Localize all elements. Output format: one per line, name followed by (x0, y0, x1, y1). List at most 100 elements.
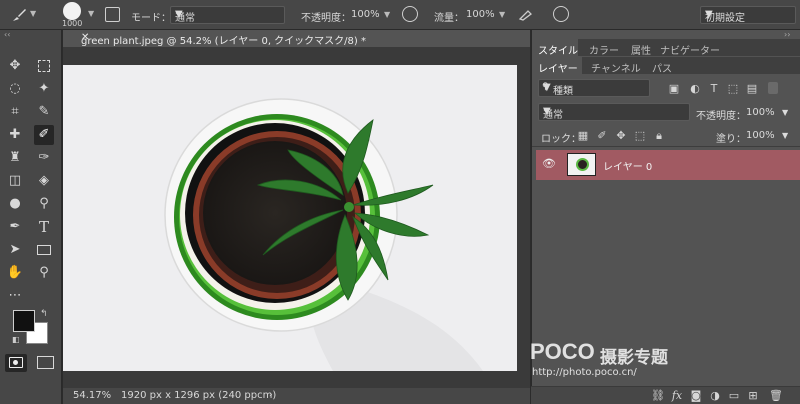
filter-toggle[interactable] (768, 82, 778, 94)
crop-tool-icon[interactable]: ⌗ (5, 102, 25, 122)
watermark-brand: POCO (530, 339, 595, 364)
swap-colors-icon[interactable]: ↰ (40, 309, 48, 319)
dodge-tool-icon[interactable]: ⚲ (34, 194, 54, 214)
pressure-size-icon[interactable] (553, 6, 569, 22)
airbrush-icon[interactable] (518, 7, 534, 21)
vertical-scrollbar[interactable] (520, 47, 530, 388)
chevron-down-icon: ▼ (543, 82, 551, 93)
chevron-down-icon[interactable]: ▼ (88, 9, 94, 18)
brush-size-value: 1000 (62, 19, 83, 28)
link-layers-icon[interactable]: ⛓︎ (651, 389, 665, 402)
flow-value[interactable]: 100% (466, 9, 495, 20)
watermark-url: http://photo.poco.cn/ (532, 367, 637, 378)
lock-transparent-icon[interactable]: ▦ (576, 129, 590, 142)
quick-mask-icon[interactable] (5, 354, 27, 372)
layer-name[interactable]: レイヤー 0 (603, 158, 652, 173)
blur-tool-icon[interactable]: ● (5, 194, 25, 214)
type-filter-icon[interactable]: T (707, 82, 721, 95)
layers-divider (532, 146, 800, 147)
brush-tool-icon[interactable]: ✐ (34, 125, 54, 145)
history-brush-tool-icon[interactable]: ✑ (34, 148, 54, 168)
chevron-down-icon: ▼ (175, 9, 183, 20)
filter-kind-select[interactable]: 種類 ⚲ ▼ (538, 79, 650, 97)
default-colors-icon[interactable]: ◧ (12, 335, 20, 344)
brush-panel-toggle-icon[interactable] (105, 7, 120, 22)
layer-row[interactable]: 👁︎ レイヤー 0 (536, 150, 800, 180)
lock-label: ロック： (541, 134, 581, 145)
tools-panel: ‹‹ ✥ ◌ ✦ ⌗ ✎ ✚ ✐ ♜ ✑ ◫ ◈ ● ⚲ ✒ T ➤ ✋ ⚲ ⋯… (0, 30, 62, 404)
trash-icon[interactable]: 🗑︎ (769, 389, 783, 402)
adjustment-layer-icon[interactable]: ◑ (708, 389, 722, 402)
tab-styles[interactable]: スタイル (538, 42, 578, 57)
pressure-opacity-icon[interactable] (402, 6, 418, 22)
add-mask-icon[interactable]: ◙ (689, 389, 703, 402)
chevron-down-icon[interactable]: ▼ (782, 108, 788, 117)
workspace-select[interactable]: 初期設定 ▼ (700, 6, 796, 24)
mode-label: モード： (131, 13, 171, 24)
eyedropper-tool-icon[interactable]: ✎ (34, 102, 54, 122)
hand-tool-icon[interactable]: ✋ (5, 263, 25, 283)
document-tab[interactable]: ✕ green plant.jpeg @ 54.2% (レイヤー 0, クイック… (63, 30, 530, 47)
magic-wand-tool-icon[interactable]: ✦ (34, 79, 54, 99)
type-tool-icon[interactable]: T (34, 217, 54, 237)
tab-properties[interactable]: 属性 (631, 42, 651, 57)
document-title: green plant.jpeg @ 54.2% (レイヤー 0, クイックマス… (81, 36, 366, 47)
eraser-tool-icon[interactable]: ◫ (5, 171, 25, 191)
screen-mode-icon[interactable] (37, 356, 54, 369)
chevron-right-icon[interactable]: › (269, 390, 273, 400)
tab-navigator[interactable]: ナビゲーター (660, 42, 720, 57)
foreground-color-swatch[interactable] (13, 310, 35, 332)
layer-panel-tabs: レイヤー チャンネル パス (532, 57, 800, 75)
layer-style-icon[interactable]: fx (670, 389, 684, 402)
smart-object-filter-icon[interactable]: ▤ (745, 82, 759, 95)
lasso-tool-icon[interactable]: ◌ (5, 79, 25, 99)
collapse-icon[interactable]: ‹‹ (4, 30, 10, 39)
tab-paths[interactable]: パス (652, 60, 672, 75)
chevron-down-icon[interactable]: ▼ (782, 131, 788, 140)
tab-channels[interactable]: チャンネル (591, 60, 641, 75)
clone-stamp-tool-icon[interactable]: ♜ (5, 148, 25, 168)
tab-color[interactable]: カラー (589, 42, 619, 57)
mode-select[interactable]: 通常 ▼ (170, 6, 285, 24)
blend-mode-select[interactable]: 通常 ▼ (538, 103, 690, 121)
tab-layers[interactable]: レイヤー (538, 60, 578, 75)
fill-label: 塗り： (716, 134, 746, 145)
shape-filter-icon[interactable]: ⬚ (726, 82, 740, 95)
collapse-icon[interactable]: ›› (784, 30, 790, 39)
pen-tool-icon[interactable]: ✒ (5, 217, 25, 237)
chevron-down-icon: ▼ (543, 106, 551, 117)
path-selection-tool-icon[interactable]: ➤ (5, 240, 25, 260)
chevron-down-icon[interactable]: ▼ (30, 9, 36, 18)
lock-all-icon[interactable]: 🔒︎ (652, 129, 666, 143)
new-layer-icon[interactable]: ⊞ (746, 389, 760, 402)
more-tools-icon[interactable]: ⋯ (5, 286, 25, 306)
zoom-level[interactable]: 54.17% (73, 390, 111, 401)
layer-thumbnail (567, 153, 596, 176)
lock-image-icon[interactable]: ✐ (595, 129, 609, 142)
watermark: POCO 摄影专题 http://photo.poco.cn/ (530, 335, 710, 385)
healing-tool-icon[interactable]: ✚ (5, 125, 25, 145)
layer-opacity-value[interactable]: 100% (746, 107, 775, 118)
eye-icon[interactable]: 👁︎ (542, 157, 556, 170)
lock-artboard-icon[interactable]: ⬚ (633, 129, 647, 142)
top-panel-tabs: スタイル カラー 属性 ナビゲーター (532, 39, 800, 57)
paint-bucket-tool-icon[interactable]: ◈ (34, 171, 54, 191)
fill-value[interactable]: 100% (746, 130, 775, 141)
image-filter-icon[interactable]: ▣ (667, 82, 681, 95)
chevron-down-icon[interactable]: ▼ (384, 10, 390, 19)
brush-preset-icon[interactable] (10, 6, 28, 24)
adjustment-filter-icon[interactable]: ◐ (688, 82, 702, 95)
flow-label: 流量： (434, 13, 464, 24)
new-group-icon[interactable]: ▭ (727, 389, 741, 402)
move-tool-icon[interactable]: ✥ (5, 56, 25, 76)
marquee-tool-icon[interactable] (34, 56, 54, 76)
rectangle-tool-icon[interactable] (34, 240, 54, 260)
chevron-down-icon: ▼ (705, 9, 713, 20)
zoom-tool-icon[interactable]: ⚲ (34, 263, 54, 283)
opacity-value[interactable]: 100% (351, 9, 380, 20)
chevron-down-icon[interactable]: ▼ (499, 10, 505, 19)
image-canvas[interactable] (63, 65, 517, 371)
document-dimensions: 1920 px x 1296 px (240 ppcm) (121, 390, 277, 401)
lock-position-icon[interactable]: ✥ (614, 129, 628, 142)
brush-size-swatch[interactable] (63, 2, 81, 20)
